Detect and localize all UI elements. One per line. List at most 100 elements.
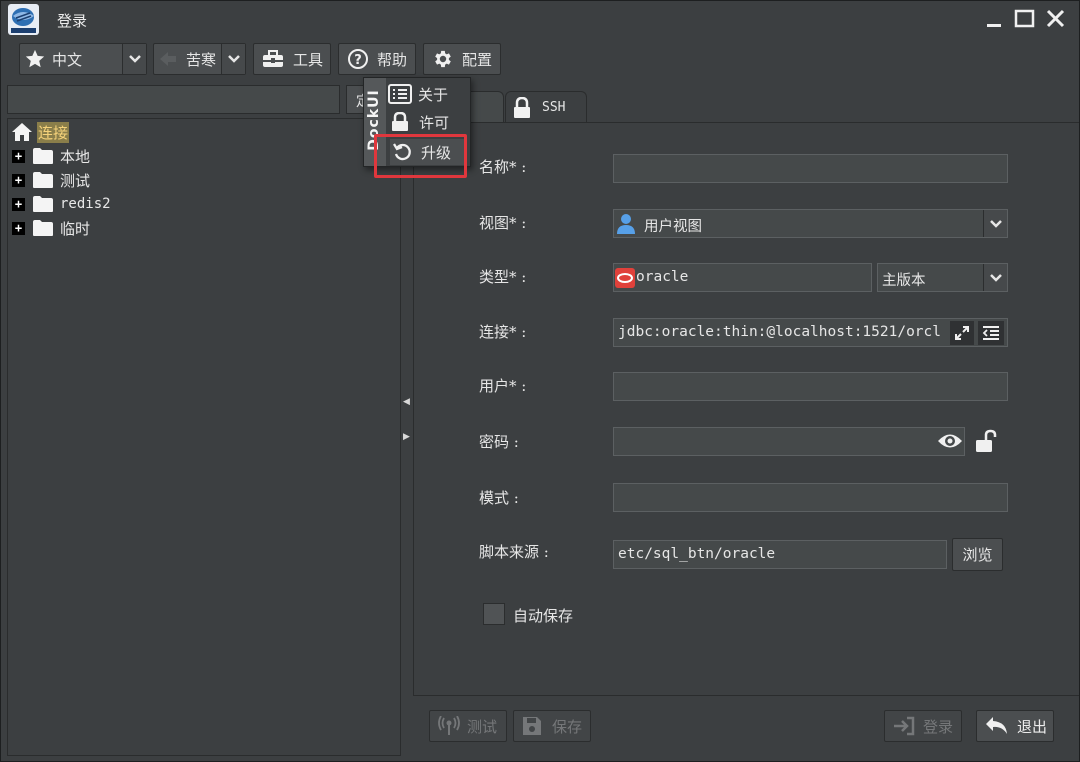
- chevron-down-icon[interactable]: [221, 44, 245, 74]
- theme-icon: [158, 49, 178, 69]
- name-input[interactable]: [613, 154, 1008, 183]
- gear-icon: [432, 48, 454, 70]
- svg-text:?: ?: [354, 53, 362, 68]
- language-select[interactable]: 中文: [19, 43, 147, 75]
- star-icon: [24, 48, 46, 70]
- type-value: oracle: [636, 269, 689, 285]
- user-label: 用户* :: [479, 377, 527, 395]
- tree-item-redis2[interactable]: + redis2: [12, 192, 111, 216]
- name-label: 名称* :: [479, 158, 527, 176]
- chevron-down-icon[interactable]: [983, 264, 1007, 291]
- type-label: 类型* :: [479, 268, 527, 286]
- collapse-left-icon[interactable]: ◀: [403, 397, 411, 407]
- bottom-divider: [413, 695, 1079, 696]
- menu-item-license[interactable]: 许可: [388, 109, 468, 135]
- view-label: 视图* :: [479, 214, 527, 232]
- test-button[interactable]: 测试: [429, 710, 507, 742]
- eye-icon[interactable]: [937, 431, 963, 451]
- tree-item-temp[interactable]: + 临时: [12, 216, 90, 240]
- tree-item-local[interactable]: + 本地: [12, 144, 90, 168]
- exit-button[interactable]: 退出: [976, 710, 1054, 742]
- folder-icon: [32, 171, 54, 189]
- oracle-icon: [615, 268, 635, 288]
- tree-root-label: 连接: [37, 121, 70, 143]
- save-label: 保存: [552, 717, 583, 736]
- password-label: 密码 :: [479, 433, 519, 451]
- minimize-button[interactable]: [984, 8, 1006, 30]
- login-button[interactable]: 登录: [884, 710, 962, 742]
- expand-icon[interactable]: +: [12, 149, 25, 163]
- search-input[interactable]: [7, 85, 340, 114]
- tree-item-label: 本地: [60, 147, 91, 166]
- menu-item-about[interactable]: 关于: [388, 81, 468, 107]
- theme-select[interactable]: 苦寒: [153, 43, 246, 75]
- test-label: 测试: [467, 717, 498, 736]
- user-icon: [616, 213, 636, 235]
- schema-label: 模式 :: [479, 489, 519, 507]
- app-logo: [8, 4, 39, 35]
- theme-label: 苦寒: [186, 50, 217, 69]
- menu-item-label: 关于: [418, 85, 449, 104]
- tab-ssh-label: SSH: [542, 100, 566, 115]
- format-icon[interactable]: [978, 321, 1004, 345]
- language-label: 中文: [52, 50, 83, 69]
- script-source-input[interactable]: etc/sql_btn/oracle: [613, 540, 947, 569]
- login-window: 登录 中文 苦寒 工具 ? 帮助 配置 连接 + 本地 + 测试 + redis…: [0, 0, 1080, 762]
- view-select[interactable]: 用户视图: [613, 209, 1008, 238]
- login-icon: [893, 716, 915, 736]
- toolbox-icon: [262, 49, 284, 69]
- tools-label: 工具: [293, 50, 324, 69]
- help-button[interactable]: ? 帮助: [338, 43, 416, 75]
- view-value: 用户视图: [644, 219, 702, 235]
- undo-icon: [985, 716, 1009, 736]
- folder-icon: [32, 147, 54, 165]
- expand-icon[interactable]: +: [12, 173, 25, 187]
- antenna-icon: [437, 716, 461, 736]
- title-bar: 登录: [1, 1, 1079, 37]
- highlight-annotation: [374, 134, 467, 178]
- connection-label: 连接* :: [479, 323, 527, 341]
- collapse-right-icon[interactable]: ▶: [403, 432, 411, 442]
- config-label: 配置: [462, 50, 493, 69]
- window-title: 登录: [57, 12, 88, 30]
- help-label: 帮助: [377, 50, 408, 69]
- script-source-label: 脚本来源 :: [479, 543, 549, 561]
- home-icon: [11, 122, 33, 142]
- question-icon: ?: [347, 48, 369, 70]
- password-input[interactable]: [613, 427, 965, 456]
- tree-item-label: 临时: [60, 219, 91, 238]
- version-select[interactable]: 主版本: [877, 263, 1008, 292]
- folder-icon: [32, 219, 54, 237]
- folder-icon: [32, 195, 54, 213]
- expand-icon[interactable]: [950, 321, 974, 345]
- tools-button[interactable]: 工具: [253, 43, 331, 75]
- maximize-button[interactable]: [1014, 8, 1036, 30]
- autosave-checkbox[interactable]: [483, 603, 505, 625]
- schema-input[interactable]: [613, 483, 1008, 512]
- login-label: 登录: [923, 717, 954, 736]
- close-button[interactable]: [1045, 8, 1067, 30]
- menu-item-label: 许可: [419, 113, 450, 132]
- expand-icon[interactable]: +: [12, 197, 25, 211]
- list-icon: [388, 84, 412, 104]
- tree-item-test[interactable]: + 测试: [12, 168, 90, 192]
- type-input[interactable]: oracle: [613, 263, 872, 292]
- unlock-icon[interactable]: [973, 428, 999, 454]
- tree-item-label: 测试: [60, 171, 91, 190]
- autosave-label: 自动保存: [513, 607, 574, 625]
- chevron-down-icon[interactable]: [122, 44, 146, 74]
- expand-icon[interactable]: +: [12, 221, 25, 235]
- connection-tree: 连接 + 本地 + 测试 + redis2 + 临时: [7, 118, 401, 756]
- connection-url-input[interactable]: jdbc:oracle:thin:@localhost:1521/orcl: [613, 318, 1008, 347]
- tree-item-label: redis2: [60, 196, 111, 212]
- connection-value: jdbc:oracle:thin:@localhost:1521/orcl: [618, 324, 942, 340]
- chevron-down-icon[interactable]: [983, 210, 1007, 237]
- browse-button[interactable]: 浏览: [952, 538, 1003, 571]
- tab-ssh[interactable]: SSH: [505, 91, 587, 123]
- user-input[interactable]: [613, 372, 1008, 401]
- tree-root[interactable]: 连接: [11, 120, 70, 144]
- version-value: 主版本: [882, 273, 926, 289]
- save-button[interactable]: 保存: [513, 710, 591, 742]
- exit-label: 退出: [1017, 717, 1048, 736]
- config-button[interactable]: 配置: [423, 43, 501, 75]
